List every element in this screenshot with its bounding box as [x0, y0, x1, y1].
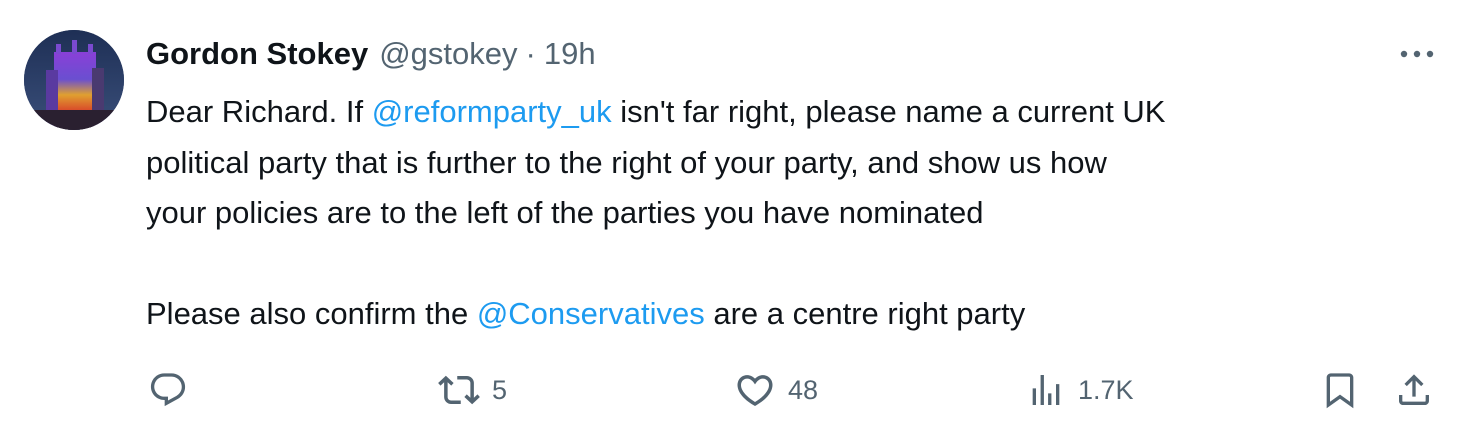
- separator-dot: ·: [525, 36, 536, 71]
- share-button[interactable]: [1394, 368, 1434, 412]
- mention-link[interactable]: @Conservatives: [477, 296, 705, 331]
- text-segment: Dear Richard. If: [146, 94, 372, 129]
- text-segment: are a centre right party: [704, 296, 1026, 331]
- action-bar: 5 48 1.7K: [0, 360, 1471, 420]
- share-icon: [1399, 374, 1429, 405]
- heart-icon: [737, 375, 773, 407]
- tweet-text-line: Please also confirm the @Conservatives a…: [146, 289, 1436, 340]
- retweet-icon: [438, 375, 480, 405]
- reply-button[interactable]: [148, 368, 188, 412]
- avatar-image: [24, 30, 124, 130]
- like-count: 48: [788, 374, 819, 405]
- timestamp[interactable]: 19h: [544, 36, 596, 72]
- retweet-button[interactable]: 5: [438, 368, 507, 412]
- bookmark-icon: [1326, 373, 1354, 409]
- views-count: 1.7K: [1078, 374, 1134, 405]
- mention-link[interactable]: @reformparty_uk: [372, 94, 612, 129]
- tweet-text-blank-line: [146, 239, 1436, 290]
- bookmark-button[interactable]: [1320, 368, 1360, 412]
- views-button[interactable]: 1.7K: [1026, 368, 1134, 412]
- tweet-header: Gordon Stokey @gstokey · 19h: [146, 36, 596, 76]
- tweet-text: Dear Richard. If @reformparty_uk isn't f…: [146, 87, 1436, 340]
- views-chart-icon: [1032, 375, 1060, 405]
- retweet-count: 5: [492, 374, 508, 405]
- author-handle[interactable]: @gstokey: [379, 36, 517, 72]
- tweet-text-line: political party that is further to the r…: [146, 144, 1107, 180]
- tweet-text-line: your policies are to the left of the par…: [146, 195, 984, 230]
- tweet[interactable]: Gordon Stokey @gstokey · 19h Dear Richar…: [0, 0, 1471, 440]
- like-button[interactable]: 48: [734, 368, 818, 412]
- text-segment: Please also confirm the: [146, 296, 477, 331]
- more-options-button[interactable]: [1396, 40, 1440, 68]
- tweet-text-line: Dear Richard. If @reformparty_uk isn't f…: [146, 87, 1436, 138]
- avatar[interactable]: [24, 30, 124, 130]
- reply-icon: [150, 373, 186, 407]
- text-segment: isn't far right, please name a current U…: [611, 94, 1166, 129]
- author-name[interactable]: Gordon Stokey: [146, 36, 368, 72]
- more-dots-icon: [1400, 50, 1434, 58]
